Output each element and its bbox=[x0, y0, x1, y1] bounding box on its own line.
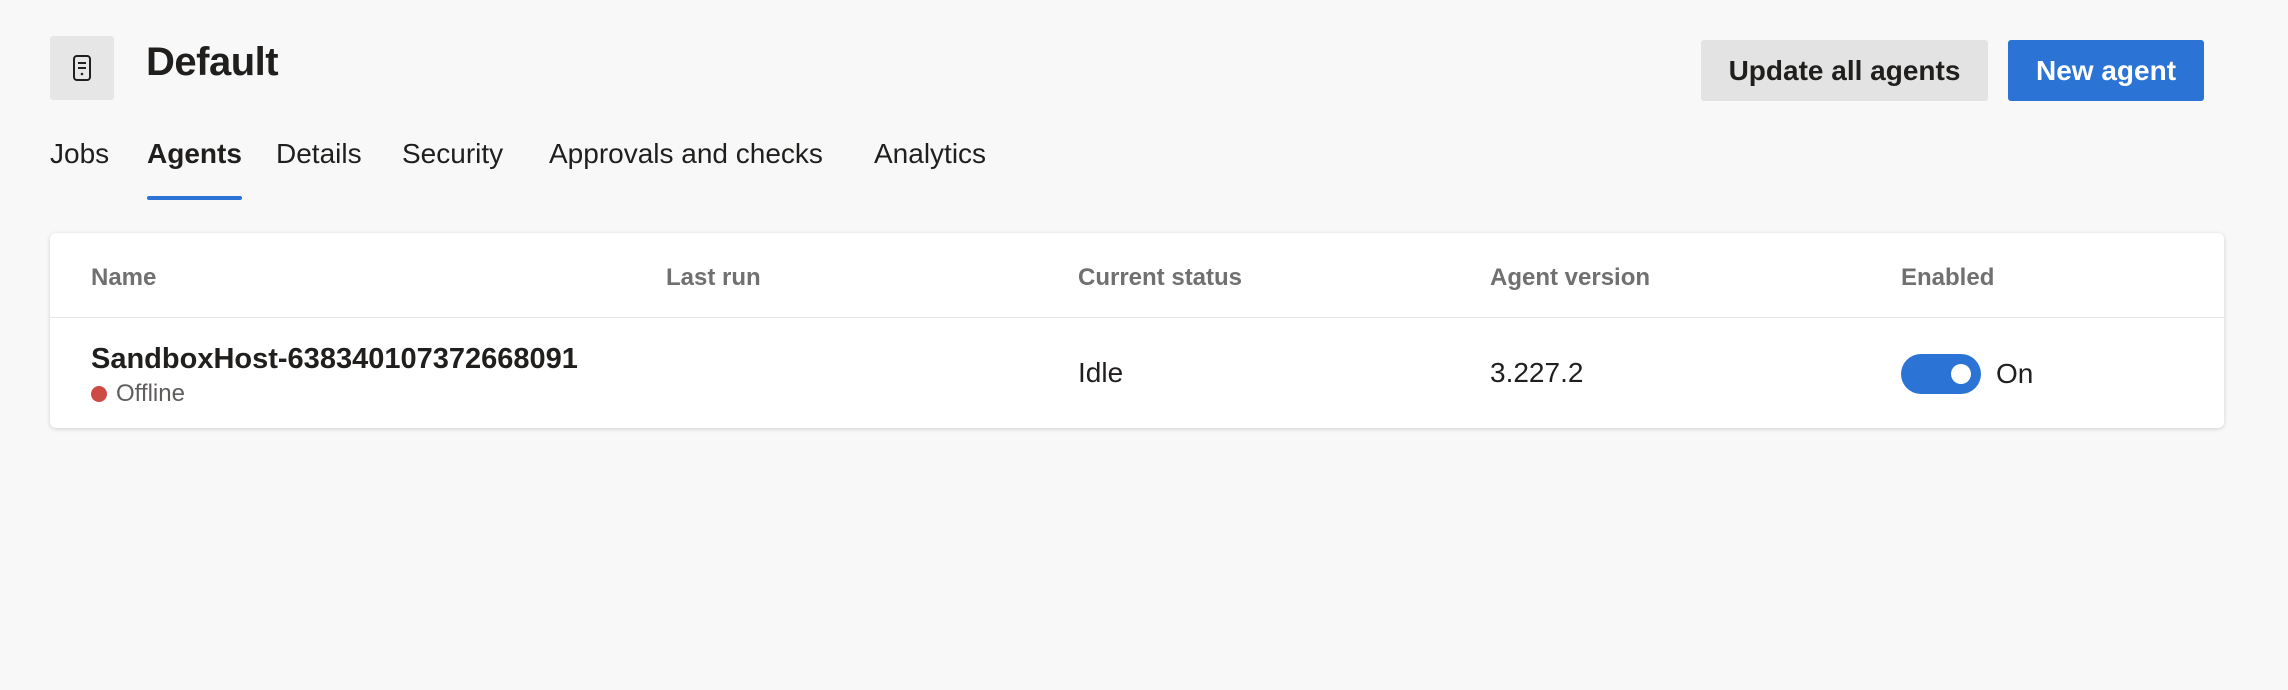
current-status-value: Idle bbox=[1078, 357, 1124, 388]
agent-name[interactable]: SandboxHost-638340107372668091 bbox=[91, 341, 578, 377]
tab-security[interactable]: Security bbox=[402, 134, 503, 174]
tab-agents[interactable]: Agents bbox=[147, 134, 242, 174]
tab-details[interactable]: Details bbox=[276, 134, 362, 174]
page-title: Default bbox=[146, 40, 279, 84]
offline-status-dot bbox=[91, 386, 107, 402]
agents-table: Name Last run Current status Agent versi… bbox=[50, 233, 2224, 428]
agent-version-value: 3.227.2 bbox=[1490, 357, 1584, 388]
agent-connection-status: Offline bbox=[91, 379, 185, 409]
active-tab-indicator bbox=[147, 196, 242, 200]
column-header-last-run[interactable]: Last run bbox=[666, 263, 761, 293]
tab-jobs[interactable]: Jobs bbox=[50, 134, 109, 174]
enabled-toggle[interactable] bbox=[1901, 354, 1981, 394]
agent-device-icon bbox=[50, 36, 114, 100]
new-agent-button[interactable]: New agent bbox=[2008, 40, 2204, 101]
tab-approvals-and-checks[interactable]: Approvals and checks bbox=[549, 134, 823, 174]
enabled-toggle-label: On bbox=[1996, 358, 2034, 389]
tab-analytics[interactable]: Analytics bbox=[874, 134, 986, 174]
column-header-agent-version[interactable]: Agent version bbox=[1490, 263, 1650, 293]
table-header: Name Last run Current status Agent versi… bbox=[50, 233, 2224, 318]
connection-status-label: Offline bbox=[116, 380, 185, 407]
column-header-current-status[interactable]: Current status bbox=[1078, 263, 1242, 293]
column-header-name[interactable]: Name bbox=[91, 263, 156, 293]
toggle-knob bbox=[1951, 364, 1971, 384]
update-all-agents-button[interactable]: Update all agents bbox=[1701, 40, 1988, 101]
agent-pool-page: Default Update all agents New agent Jobs… bbox=[0, 0, 2288, 690]
table-row[interactable]: SandboxHost-638340107372668091 Offline I… bbox=[50, 319, 2224, 428]
column-header-enabled[interactable]: Enabled bbox=[1901, 263, 1994, 293]
